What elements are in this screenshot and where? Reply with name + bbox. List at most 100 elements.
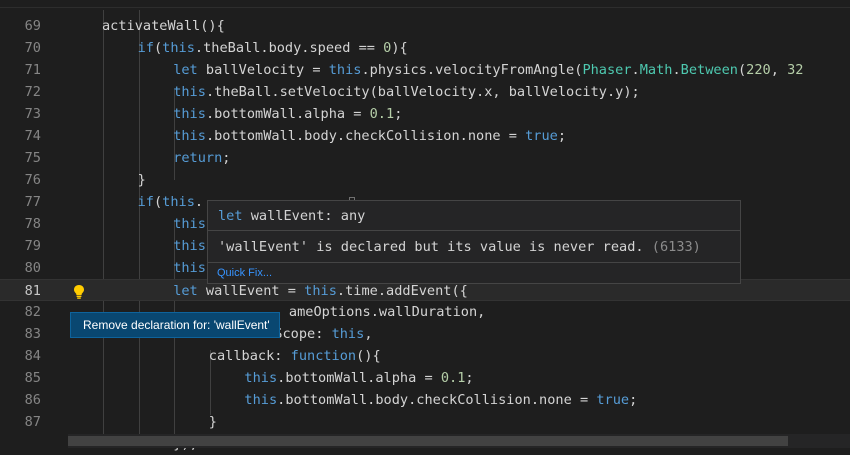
line-number: 81 (24, 283, 41, 299)
code-token: ; (465, 370, 474, 386)
hover-diagnostic-message: 'wallEvent' is declared but its value is… (218, 239, 644, 255)
code-token: . (631, 62, 640, 78)
code-token: Phaser (582, 62, 632, 78)
code-token: .time.addEvent({ (336, 283, 468, 299)
code-line[interactable]: 85 this.bottomWall.alpha = 0.1; (0, 367, 850, 389)
code-line[interactable]: 69 activateWall(){ (0, 15, 850, 37)
code-token: } (137, 172, 146, 188)
code-token: 0.1 (369, 106, 395, 122)
code-token: .bottomWall.alpha = (277, 370, 441, 386)
code-token: this (162, 40, 195, 56)
code-line[interactable]: 76} (0, 169, 850, 191)
code-line[interactable]: 70 if(this.theBall.body.speed == 0){ (0, 37, 850, 59)
line-code: if(this.theBall.body.speed == 0){ (138, 37, 408, 59)
line-code: this.theBall.setVelocity(ballVelocity.x,… (173, 81, 640, 103)
code-token: ballVelocity = (197, 62, 329, 78)
line-number: 74 (24, 128, 41, 144)
line-code: } (138, 169, 146, 191)
code-token: 32 (787, 62, 804, 78)
hover-signature: let wallEvent: any (218, 207, 365, 225)
code-token: (){ (356, 348, 381, 364)
hover-signature-text: wallEvent: any (242, 208, 366, 224)
code-token: wallEvent = (197, 283, 305, 299)
code-token: ; (629, 392, 638, 408)
line-number: 71 (24, 62, 41, 78)
quick-fix-link[interactable]: Quick Fix... (217, 267, 272, 279)
code-token: .physics.velocityFromAngle( (361, 62, 583, 78)
line-code: this.bottomWall.body.checkCollision.none… (173, 125, 566, 147)
code-token: this (173, 216, 206, 232)
lightbulb-icon[interactable] (71, 283, 87, 301)
line-code: callback: function(){ (209, 345, 381, 367)
code-token: this (162, 194, 195, 210)
code-token: this (173, 84, 206, 100)
code-token: let (173, 283, 198, 299)
scrollbar-thumb[interactable] (68, 436, 788, 446)
code-token: .bottomWall.body.checkCollision.none = (277, 392, 597, 408)
code-line[interactable]: 72 this.theBall.setVelocity(ballVelocity.… (0, 81, 850, 103)
code-token: , (770, 62, 788, 78)
code-line[interactable]: 74 this.bottomWall.body.checkCollision.no… (0, 125, 850, 147)
code-token: .bottomWall.body.checkCollision.none = (205, 128, 526, 144)
code-token: return (173, 150, 223, 166)
code-line[interactable]: 71 let ballVelocity = this.physics.veloci… (0, 59, 850, 81)
code-token: ; (394, 106, 403, 122)
code-token: .theBall.body.speed == (194, 40, 384, 56)
line-code: this.bottomWall.alpha = 0.1; (244, 367, 473, 389)
code-line[interactable]: 75 return; (0, 147, 850, 169)
code-token: this (173, 106, 206, 122)
code-token: if (137, 194, 154, 210)
code-token: ; (557, 128, 567, 144)
code-token: true (525, 128, 558, 144)
code-token: ; (222, 150, 231, 166)
editor-top-edge (0, 0, 850, 10)
code-token: } (208, 414, 217, 430)
line-number: 76 (24, 172, 41, 188)
line-number: 72 (24, 84, 41, 100)
code-token: 220 (746, 62, 771, 78)
hover-diagnostic-code: (6133) (643, 239, 701, 255)
line-code: this.bottomWall.body.checkCollision.none… (244, 389, 637, 411)
line-code: return; (173, 147, 230, 169)
code-token: .bottomWall.alpha = (205, 106, 370, 122)
line-number: 85 (24, 370, 41, 386)
line-number: 70 (24, 40, 41, 56)
line-number: 87 (24, 414, 41, 430)
line-code: this.bottomWall.alpha = 0.1; (173, 103, 402, 125)
code-token: function (290, 348, 357, 364)
code-line[interactable]: 87} (0, 411, 850, 433)
line-code: } (209, 411, 217, 433)
line-code: this (173, 235, 206, 257)
line-code: activateWall(){ (102, 15, 225, 37)
line-number: 69 (24, 18, 41, 34)
code-token: this (244, 392, 278, 408)
code-token: this (331, 326, 365, 342)
code-line[interactable]: 84 callback: function(){ (0, 345, 850, 367)
line-code: this (173, 257, 206, 279)
code-line[interactable]: 73 this.bottomWall.alpha = 0.1; (0, 103, 850, 125)
code-line[interactable]: 86 this.bottomWall.body.checkCollision.no… (0, 389, 850, 411)
code-token: ameOptions.wallDuration, (288, 304, 486, 320)
code-token: ( (153, 194, 163, 210)
horizontal-scrollbar[interactable] (68, 434, 850, 448)
line-number: 80 (24, 260, 41, 276)
code-token: callback: (208, 348, 291, 364)
code-action-menu-item-remove-declaration[interactable]: Remove declaration for: 'wallEvent' (70, 312, 280, 338)
code-token: , (364, 326, 373, 342)
line-code: this (173, 213, 206, 235)
code-token: activateWall(){ (102, 18, 225, 34)
hover-diagnostic: 'wallEvent' is declared but its value is… (218, 237, 701, 257)
code-token: Between (680, 62, 738, 78)
code-token: if (137, 40, 154, 56)
line-number: 73 (24, 106, 41, 122)
line-number: 78 (24, 216, 41, 232)
line-number: 75 (24, 150, 41, 166)
code-token: this (244, 370, 278, 386)
code-token: this (173, 238, 206, 254)
line-number: 79 (24, 238, 41, 254)
code-token: this (304, 283, 337, 299)
code-token: this (173, 260, 206, 276)
line-code: let ballVelocity = this.physics.velocity… (173, 59, 803, 81)
line-number: 86 (24, 392, 41, 408)
code-token: this (328, 62, 362, 78)
